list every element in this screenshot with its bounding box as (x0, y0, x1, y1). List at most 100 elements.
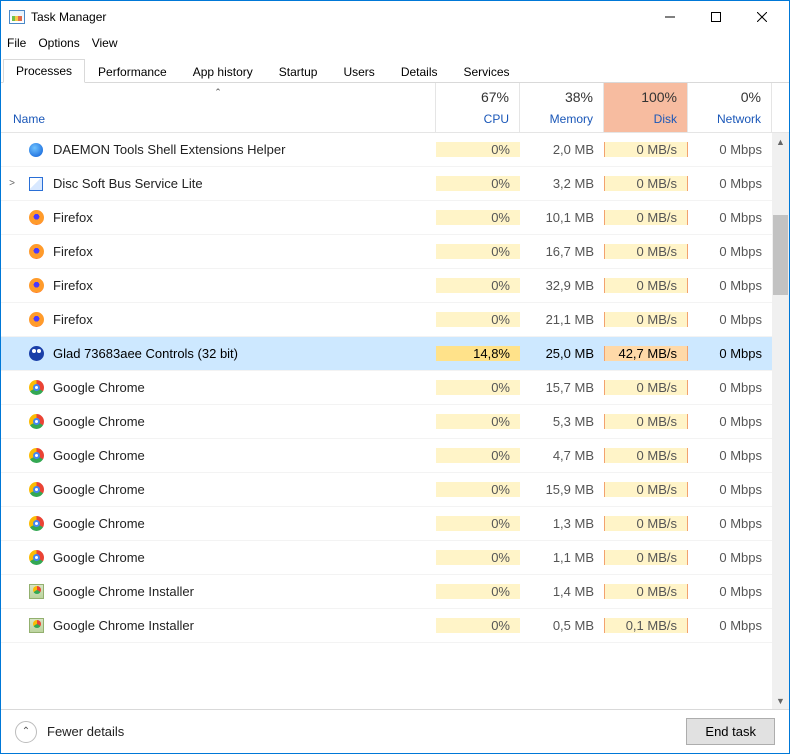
process-name-label: DAEMON Tools Shell Extensions Helper (53, 142, 285, 157)
window-title: Task Manager (31, 10, 647, 24)
menu-bar: File Options View (1, 33, 789, 53)
process-name: Google Chrome (23, 549, 436, 567)
cpu-cell: 0% (436, 584, 520, 599)
disk-cell: 0 MB/s (604, 312, 688, 327)
daemon-icon (27, 141, 45, 159)
inst-icon (27, 617, 45, 635)
process-name-label: Firefox (53, 278, 93, 293)
disk-cell: 0 MB/s (604, 448, 688, 463)
disk-cell: 0 MB/s (604, 482, 688, 497)
column-memory[interactable]: 38% Memory (520, 83, 604, 132)
table-row[interactable]: Google Chrome0%1,1 MB0 MB/s0 Mbps (1, 541, 772, 575)
expand-icon[interactable]: > (1, 178, 23, 189)
tab-app-history[interactable]: App history (180, 60, 266, 83)
network-cell: 0 Mbps (688, 380, 772, 395)
process-name-label: Glad 73683aee Controls (32 bit) (53, 346, 238, 361)
network-cell: 0 Mbps (688, 244, 772, 259)
table-row[interactable]: Google Chrome Installer0%1,4 MB0 MB/s0 M… (1, 575, 772, 609)
minimize-button[interactable] (647, 1, 693, 33)
table-row[interactable]: Google Chrome0%4,7 MB0 MB/s0 Mbps (1, 439, 772, 473)
close-button[interactable] (739, 1, 785, 33)
ff-icon (27, 243, 45, 261)
memory-cell: 3,2 MB (520, 176, 604, 191)
column-disk[interactable]: 100% Disk (604, 83, 688, 132)
table-row[interactable]: Firefox0%32,9 MB0 MB/s0 Mbps (1, 269, 772, 303)
tab-performance[interactable]: Performance (85, 60, 180, 83)
column-network[interactable]: 0% Network (688, 83, 772, 132)
disk-cell: 0 MB/s (604, 176, 688, 191)
tab-startup[interactable]: Startup (266, 60, 331, 83)
menu-file[interactable]: File (7, 36, 26, 50)
menu-options[interactable]: Options (38, 36, 79, 50)
table-row[interactable]: Google Chrome0%5,3 MB0 MB/s0 Mbps (1, 405, 772, 439)
table-row[interactable]: Glad 73683aee Controls (32 bit)14,8%25,0… (1, 337, 772, 371)
table-row[interactable]: Firefox0%16,7 MB0 MB/s0 Mbps (1, 235, 772, 269)
disk-cell: 0 MB/s (604, 414, 688, 429)
network-cell: 0 Mbps (688, 584, 772, 599)
disk-label: Disk (604, 112, 677, 126)
memory-cell: 15,7 MB (520, 380, 604, 395)
memory-cell: 1,3 MB (520, 516, 604, 531)
ff-icon (27, 277, 45, 295)
memory-cell: 10,1 MB (520, 210, 604, 225)
disk-cell: 0 MB/s (604, 244, 688, 259)
scroll-up-icon[interactable]: ▲ (772, 133, 789, 150)
table-row[interactable]: Google Chrome0%15,7 MB0 MB/s0 Mbps (1, 371, 772, 405)
disk-cell: 0 MB/s (604, 584, 688, 599)
disk-cell: 0 MB/s (604, 142, 688, 157)
process-name: Firefox (23, 311, 436, 329)
process-name-label: Disc Soft Bus Service Lite (53, 176, 203, 191)
network-cell: 0 Mbps (688, 176, 772, 191)
menu-view[interactable]: View (92, 36, 118, 50)
window-buttons (647, 1, 785, 33)
vertical-scrollbar[interactable]: ▲ ▼ (772, 133, 789, 709)
column-headers: ⌃ Name 67% CPU 38% Memory 100% Disk 0% N… (1, 83, 789, 133)
cpu-cell: 14,8% (436, 346, 520, 361)
process-name: Firefox (23, 209, 436, 227)
disk-cell: 0 MB/s (604, 210, 688, 225)
table-row[interactable]: Google Chrome Installer0%0,5 MB0,1 MB/s0… (1, 609, 772, 643)
memory-cell: 1,4 MB (520, 584, 604, 599)
process-name: Google Chrome (23, 447, 436, 465)
maximize-button[interactable] (693, 1, 739, 33)
scroll-down-icon[interactable]: ▼ (772, 692, 789, 709)
process-name: Google Chrome (23, 515, 436, 533)
network-cell: 0 Mbps (688, 278, 772, 293)
network-cell: 0 Mbps (688, 210, 772, 225)
header-scroll-gutter (772, 83, 789, 132)
disk-cell: 0 MB/s (604, 278, 688, 293)
column-name[interactable]: ⌃ Name (1, 83, 436, 132)
tab-users[interactable]: Users (330, 60, 387, 83)
chrome-icon (27, 481, 45, 499)
tab-details[interactable]: Details (388, 60, 451, 83)
title-bar[interactable]: Task Manager (1, 1, 789, 33)
table-row[interactable]: Google Chrome0%15,9 MB0 MB/s0 Mbps (1, 473, 772, 507)
table-row[interactable]: Firefox0%10,1 MB0 MB/s0 Mbps (1, 201, 772, 235)
table-row[interactable]: DAEMON Tools Shell Extensions Helper0%2,… (1, 133, 772, 167)
table-row[interactable]: Google Chrome0%1,3 MB0 MB/s0 Mbps (1, 507, 772, 541)
tab-processes[interactable]: Processes (3, 59, 85, 83)
cpu-label: CPU (436, 112, 509, 126)
process-name: Firefox (23, 243, 436, 261)
fewer-details-button[interactable]: ⌃ Fewer details (15, 721, 124, 743)
memory-cell: 15,9 MB (520, 482, 604, 497)
disk-cell: 0 MB/s (604, 516, 688, 531)
ff-icon (27, 209, 45, 227)
network-cell: 0 Mbps (688, 550, 772, 565)
end-task-button[interactable]: End task (686, 718, 775, 745)
column-cpu[interactable]: 67% CPU (436, 83, 520, 132)
cpu-cell: 0% (436, 312, 520, 327)
scroll-thumb[interactable] (773, 215, 788, 295)
table-row[interactable]: >Disc Soft Bus Service Lite0%3,2 MB0 MB/… (1, 167, 772, 201)
cpu-percent: 67% (436, 89, 509, 105)
tab-services[interactable]: Services (451, 60, 523, 83)
process-name-label: Google Chrome (53, 516, 145, 531)
process-name: DAEMON Tools Shell Extensions Helper (23, 141, 436, 159)
network-label: Network (688, 112, 761, 126)
memory-cell: 1,1 MB (520, 550, 604, 565)
disc-icon (27, 175, 45, 193)
process-name-label: Google Chrome (53, 448, 145, 463)
table-row[interactable]: Firefox0%21,1 MB0 MB/s0 Mbps (1, 303, 772, 337)
cpu-cell: 0% (436, 278, 520, 293)
process-name-label: Google Chrome Installer (53, 618, 194, 633)
